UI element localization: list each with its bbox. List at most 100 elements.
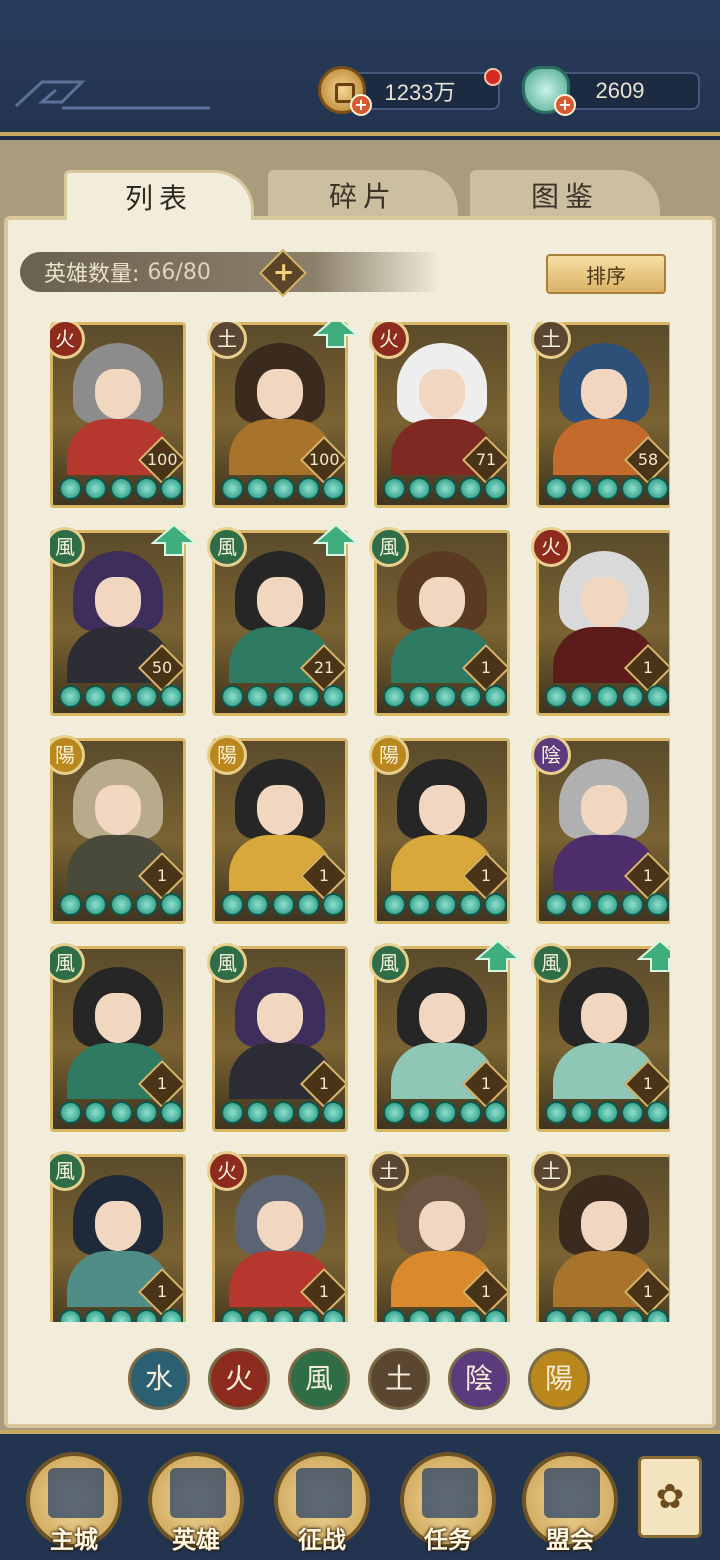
tab-codex-label: 图鉴 [530, 180, 599, 213]
jade-star-icon [84, 893, 108, 916]
sort-label: 排序 [586, 263, 626, 288]
tab-codex[interactable]: 图鉴 [470, 170, 660, 220]
hero-card[interactable]: 風1 [531, 939, 670, 1132]
hero-card[interactable]: 火1 [207, 1151, 349, 1322]
hero-level: 1 [642, 1282, 654, 1301]
jade-star-icon [134, 685, 158, 708]
hero-card[interactable]: 陽1 [369, 735, 511, 924]
hero-card[interactable]: 土1 [369, 1151, 511, 1322]
hero-count-strip: 英雄数量: 66/80 [20, 252, 440, 292]
hero-level: 1 [480, 1282, 492, 1301]
city-gate-icon [48, 1468, 104, 1518]
jade-star-icon [271, 1101, 295, 1124]
hero-level: 50 [151, 658, 173, 677]
jade-star-icon [545, 685, 568, 708]
hero-element-badge: 火 [531, 527, 571, 567]
jade-star-icon [646, 477, 669, 500]
tab-fragments-label: 碎片 [328, 180, 397, 213]
jade-star-icon [134, 477, 158, 500]
jade-star-icon [221, 1101, 244, 1124]
hero-level: 100 [147, 450, 178, 469]
upgrade-arrow-icon [313, 523, 359, 556]
jade-star-icon [646, 1309, 669, 1322]
hero-card[interactable]: 風1 [369, 939, 521, 1132]
hero-level: 1 [480, 866, 492, 885]
jade-star-icon [383, 893, 406, 916]
nav-label: 盟会 [546, 1526, 594, 1554]
hero-star-row [59, 1101, 183, 1125]
element-filter-button[interactable]: 水 [128, 1348, 190, 1410]
hero-element-badge: 土 [531, 1151, 571, 1191]
hero-card[interactable]: 風1 [50, 1151, 187, 1322]
menu-knot-icon[interactable]: ✿ [638, 1456, 702, 1538]
jade-star-icon [570, 685, 594, 708]
jade-star-icon [408, 893, 432, 916]
upgrade-arrow-icon [637, 939, 670, 972]
element-filter-button[interactable]: 風 [288, 1348, 350, 1410]
task-scroll-icon [422, 1468, 478, 1518]
jade-star-icon [84, 1309, 108, 1322]
tab-fragments[interactable]: 碎片 [268, 170, 458, 220]
hero-star-row [545, 1101, 669, 1125]
hero-card[interactable]: 火 71 [369, 322, 511, 508]
hero-element-badge: 風 [531, 943, 571, 983]
jade-star-icon [433, 1309, 457, 1322]
hero-card[interactable]: 陽1 [50, 735, 187, 924]
hero-face [581, 1201, 627, 1251]
hero-face [419, 1201, 465, 1251]
hero-card[interactable]: 風1 [50, 943, 187, 1132]
hero-level: 71 [475, 450, 497, 469]
nav-label: 主城 [50, 1526, 98, 1554]
hero-card[interactable]: 風1 [369, 527, 511, 716]
hero-star-row [221, 1101, 345, 1125]
jade-star-icon [570, 1101, 594, 1124]
hero-face [257, 369, 303, 419]
hero-card[interactable]: 風1 [207, 943, 349, 1132]
sort-button[interactable]: 排序 [546, 254, 666, 294]
hero-face [95, 369, 141, 419]
jade-star-icon [408, 685, 432, 708]
jade-star-icon [59, 685, 82, 708]
hero-star-row [545, 685, 669, 709]
notification-dot [484, 68, 502, 86]
hero-star-row [383, 477, 507, 501]
hero-card[interactable]: 陰1 [531, 735, 670, 924]
element-filter-button[interactable]: 陰 [448, 1348, 510, 1410]
hero-element-badge: 風 [207, 943, 247, 983]
jade-star-icon [322, 477, 345, 500]
hero-star-row [221, 1309, 345, 1322]
jade-star-icon [484, 477, 507, 500]
hero-card[interactable]: 火 100 [50, 322, 187, 508]
plus-icon: + [272, 257, 295, 288]
hero-star-row [545, 477, 669, 501]
hero-card[interactable]: 陽1 [207, 735, 349, 924]
hero-face [95, 785, 141, 835]
jade-star-icon [271, 477, 295, 500]
element-filter-button[interactable]: 火 [208, 1348, 270, 1410]
hero-card[interactable]: 風 21 [207, 523, 359, 716]
hero-card[interactable]: 土 58 [531, 322, 670, 508]
hero-face [95, 993, 141, 1043]
hero-face [257, 1201, 303, 1251]
jade-star-icon [109, 477, 133, 500]
hero-grid: 火 100 土 100 火 71 土 58 風 50 風 21 風 1 火 1 陽 1 陽 1 陽 1 陰 1 風 1 風 1 風 1 風 1… [50, 322, 670, 1322]
jade-star-icon [109, 685, 133, 708]
hero-card[interactable]: 火1 [531, 527, 670, 716]
hero-star-row [545, 893, 669, 917]
nav-label: 任务 [424, 1526, 472, 1554]
tab-list[interactable]: 列表 [64, 170, 254, 220]
element-filter-button[interactable]: 陽 [528, 1348, 590, 1410]
jade-star-icon [296, 893, 320, 916]
element-filter-button[interactable]: 土 [368, 1348, 430, 1410]
add-shell-button[interactable]: + [554, 94, 576, 116]
hero-star-row [59, 893, 183, 917]
hero-element-badge: 風 [369, 943, 409, 983]
hero-level: 1 [318, 866, 330, 885]
hero-card[interactable]: 土1 [531, 1151, 670, 1322]
hero-card[interactable]: 風 50 [50, 523, 197, 716]
jade-star-icon [383, 685, 406, 708]
hero-level: 100 [309, 450, 340, 469]
hero-card[interactable]: 土 100 [207, 322, 359, 508]
jade-star-icon [545, 477, 568, 500]
add-coin-button[interactable]: + [350, 94, 372, 116]
